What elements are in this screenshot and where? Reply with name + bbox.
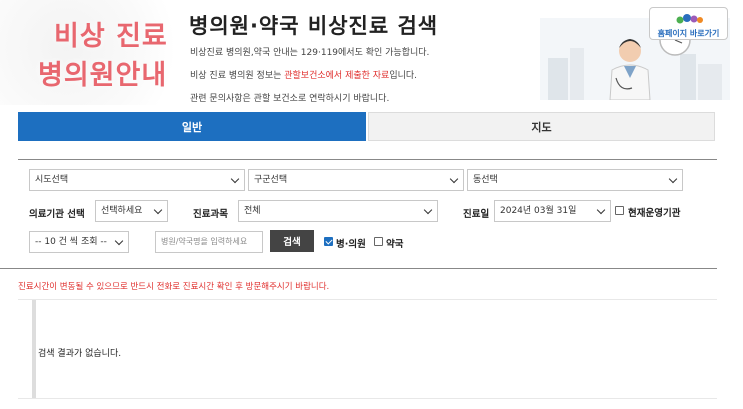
page-size-select[interactable]: -- 10 건 씩 조회 -- bbox=[29, 231, 129, 253]
dong-select-value: 동선택 bbox=[473, 175, 498, 185]
department-select-value: 전체 bbox=[244, 206, 261, 216]
hospital-checkbox[interactable] bbox=[324, 237, 333, 246]
empty-result-message: 검색 결과가 없습니다. bbox=[38, 349, 122, 359]
search-button[interactable]: 검색 bbox=[270, 230, 314, 252]
result-bottom-divider bbox=[18, 398, 717, 399]
dong-select[interactable]: 동선택 bbox=[467, 169, 683, 191]
search-input[interactable]: 병원/약국명을 입력하세요 bbox=[155, 231, 263, 253]
chevron-down-icon bbox=[153, 205, 163, 215]
page-title: 병의원·약국 비상진료 검색 bbox=[189, 14, 439, 38]
description-line-1: 비상진료 병의원,약국 안내는 129·119에서도 확인 가능합니다. bbox=[190, 48, 430, 58]
hospital-label: 병·의원 bbox=[336, 239, 366, 250]
department-select[interactable]: 전체 bbox=[238, 200, 438, 222]
search-input-placeholder: 병원/약국명을 입력하세요 bbox=[161, 237, 248, 246]
date-select-value: 2024년 03월 31일 bbox=[500, 206, 577, 216]
description-2-suffix: 입니다. bbox=[389, 71, 418, 81]
institution-label: 의료기관 선택 bbox=[29, 209, 85, 220]
pharmacy-label: 약국 bbox=[386, 239, 404, 250]
chevron-down-icon bbox=[449, 174, 459, 184]
description-2-prefix: 비상 진료 병의원 정보는 bbox=[190, 71, 285, 81]
department-label: 진료과목 bbox=[193, 209, 228, 220]
visit-notice: 진료시간이 변동될 수 있으므로 반드시 전화로 진료시간 확인 후 방문해주시… bbox=[18, 282, 330, 292]
search-panel-bottom-border bbox=[0, 268, 717, 269]
tab-general[interactable]: 일반 bbox=[18, 112, 366, 141]
logo-line-1: 비상 진료 bbox=[54, 21, 168, 52]
date-label: 진료일 bbox=[463, 209, 490, 220]
pharmacy-checkbox[interactable] bbox=[374, 237, 383, 246]
chevron-down-icon bbox=[596, 205, 606, 215]
gugun-select-value: 구군선택 bbox=[254, 175, 288, 185]
sido-select-value: 시도선택 bbox=[35, 175, 69, 185]
description-2-highlight: 관할보건소에서 제출한 자료 bbox=[284, 71, 390, 81]
chevron-down-icon bbox=[114, 236, 124, 246]
open-now-checkbox[interactable] bbox=[615, 206, 624, 215]
result-panel bbox=[32, 300, 721, 398]
chevron-down-icon bbox=[423, 205, 433, 215]
homepage-button-label: 홈페이지 바로가기 bbox=[657, 29, 720, 38]
chevron-down-icon bbox=[668, 174, 678, 184]
homepage-button[interactable]: 홈페이지 바로가기 bbox=[649, 7, 728, 40]
institution-select-value: 선택하세요 bbox=[101, 206, 143, 216]
description-line-3: 관련 문의사항은 관할 보건소로 연락하시기 바랍니다. bbox=[190, 94, 390, 104]
open-now-label: 현재운영기관 bbox=[628, 208, 681, 219]
search-panel-top-border bbox=[18, 159, 717, 160]
tab-map[interactable]: 지도 bbox=[368, 112, 715, 141]
gugun-select[interactable]: 구군선택 bbox=[248, 169, 464, 191]
sido-select[interactable]: 시도선택 bbox=[29, 169, 245, 191]
chevron-down-icon bbox=[230, 174, 240, 184]
logo-line-2: 병의원안내 bbox=[38, 60, 168, 91]
page-size-value: -- 10 건 씩 조회 -- bbox=[35, 237, 107, 247]
description-line-2: 비상 진료 병의원 정보는 관할보건소에서 제출한 자료입니다. bbox=[190, 68, 417, 81]
institution-select[interactable]: 선택하세요 bbox=[95, 200, 168, 222]
date-select[interactable]: 2024년 03월 31일 bbox=[494, 200, 611, 222]
